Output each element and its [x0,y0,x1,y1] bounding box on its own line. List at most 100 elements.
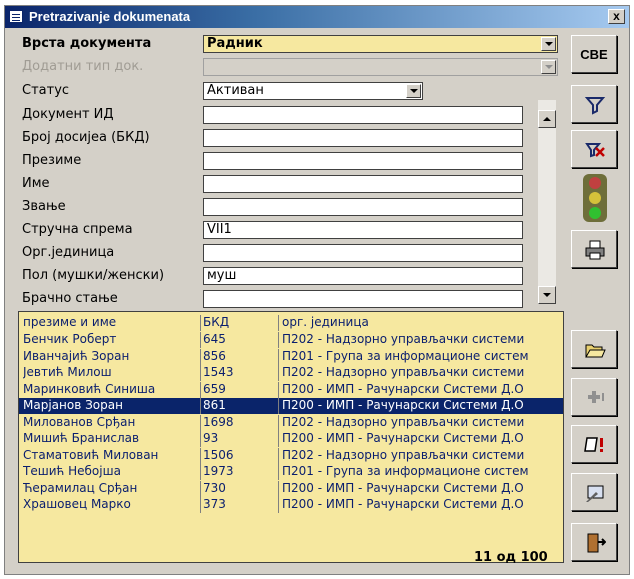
list-item[interactable]: Иванчајић Зоран 856 П201 - Група за информ… [19,348,563,365]
list-item[interactable]: Ћерамилац Срђан 730 П200 - ИМП - Рачунарск… [19,480,563,497]
cell-org: П201 - Група за информационе систем [282,464,529,478]
column-separator [200,381,201,398]
list-item[interactable]: Јевтић Милош 1543 П202 - Надзорно управљач… [19,365,563,381]
doc-id-input[interactable] [203,106,523,124]
column-separator [200,431,201,447]
close-button[interactable]: x [608,9,625,24]
surname-input[interactable] [203,152,523,170]
column-separator [200,414,201,431]
title-bar: Pretrazivanje dokumenata x [5,6,629,28]
edit-image-icon [586,485,604,502]
cell-bkd: 730 [203,480,226,495]
status-dropdown-button[interactable] [406,84,421,98]
marital-input[interactable] [203,290,523,308]
doc-type-label: Врста документа [22,36,152,51]
cell-name: Милованов Срђан [23,414,136,429]
status-value: Активан [207,83,264,98]
list-item[interactable]: Бенчик Роберт 645 П202 - Надзорно управљач… [19,332,563,348]
open-folder-icon [585,344,606,358]
column-separator [278,497,279,513]
list-item[interactable]: Стаматовић Милован 1506 П202 - Надзорно уп… [19,447,563,464]
show-all-button[interactable]: СВЕ [571,35,617,73]
cell-org: П200 - ИМП - Рачунарски Системи Д.О [282,381,524,396]
cell-name: Иванчајић Зоран [23,348,130,363]
list-item[interactable]: Милованов Срђан 1698 П202 - Надзорно управ… [19,414,563,431]
scroll-up-button[interactable] [538,110,556,128]
list-item[interactable]: Тешић Небојша 1973 П201 - Група за информа… [19,464,563,480]
title-label: Звање [22,199,66,214]
column-separator [200,464,201,480]
column-separator [278,332,279,348]
window-title: Pretrazivanje dokumenata [29,9,191,24]
title-input[interactable] [203,198,523,216]
list-item[interactable]: Храшовец Марко 373 П200 - ИМП - Рачунарски… [19,497,563,513]
column-separator [278,431,279,447]
column-separator [278,414,279,431]
doc-type-value: Радник [207,36,263,51]
cell-name: Јевтић Милош [23,365,112,379]
gender-input[interactable]: муш [203,267,523,285]
column-separator [278,447,279,464]
form-icon [9,10,23,23]
qualification-input[interactable]: VII1 [203,221,523,239]
clear-filter-button[interactable] [571,130,617,168]
list-item[interactable]: Маринковић Синиша 659 П200 - ИМП - Рачунар… [19,381,563,398]
qualification-label: Стручна спрема [22,222,133,237]
column-header-name[interactable]: презиме и име [23,315,199,329]
warning-doc-icon [584,437,603,452]
cell-bkd: 645 [203,332,226,346]
cell-org: П200 - ИМП - Рачунарски Системи Д.О [282,480,524,495]
doc-id-label: Документ ИД [22,107,114,122]
record-count: 11 од 100 [474,550,548,565]
cell-name: Бенчик Роберт [23,332,117,346]
surname-label: Презиме [22,153,82,168]
gender-label: Пол (мушки/женски) [22,268,165,283]
column-separator [278,315,279,331]
name-input[interactable] [203,175,523,193]
delete-warning-button[interactable] [571,425,617,463]
cell-org: П202 - Надзорно управљачки системи [282,365,525,379]
cell-name: Ћерамилац Срђан [23,480,138,495]
status-label: Статус [22,83,70,98]
scroll-down-button[interactable] [538,286,556,304]
cell-bkd: 861 [203,398,226,412]
exit-button[interactable] [571,523,617,561]
extra-type-label: Додатни тип док. [22,59,144,74]
cell-bkd: 659 [203,381,226,396]
clear-filter-icon [585,143,605,158]
cell-org: П201 - Група за информационе систем [282,348,529,363]
edit-button[interactable] [571,473,617,511]
cell-bkd: 1973 [203,464,234,478]
form-scrollbar[interactable] [538,100,556,304]
list-item[interactable]: Марјанов Зоран 861 П200 - ИМП - Рачунарски… [19,398,563,414]
cell-name: Марјанов Зоран [23,398,123,412]
cell-bkd: 856 [203,348,226,363]
open-button[interactable] [571,330,617,368]
list-header: презиме и име БКД орг. јединица [19,315,563,331]
exit-door-icon [587,533,606,553]
results-list[interactable]: презиме и име БКД орг. јединица Бенчик Р… [18,311,564,563]
cell-bkd: 373 [203,497,226,511]
cell-name: Маринковић Синиша [23,381,156,396]
column-separator [200,348,201,365]
print-button[interactable] [571,230,617,268]
cell-name: Мишић Бранислав [23,431,140,445]
cell-org: П202 - Надзорно управљачки системи [282,414,525,429]
org-unit-input[interactable] [203,244,523,262]
cell-org: П200 - ИМП - Рачунарски Системи Д.О [282,431,524,445]
column-separator [278,480,279,497]
column-header-bkd[interactable]: БКД [203,315,275,329]
column-separator [278,381,279,398]
filter-button[interactable] [571,85,617,123]
column-header-org[interactable]: орг. јединица [282,315,563,329]
list-item[interactable]: Мишић Бранислав 93 П200 - ИМП - Рачунарски… [19,431,563,447]
org-unit-label: Орг.јединица [22,245,115,260]
doc-type-select[interactable]: Радник [203,35,558,53]
dossier-input[interactable] [203,129,523,147]
status-select[interactable]: Активан [203,82,423,100]
cell-org: П200 - ИМП - Рачунарски Системи Д.О [282,398,524,412]
column-separator [278,365,279,381]
doc-type-dropdown-button[interactable] [541,37,556,51]
column-separator [278,348,279,365]
extra-type-dropdown-button [541,60,556,74]
